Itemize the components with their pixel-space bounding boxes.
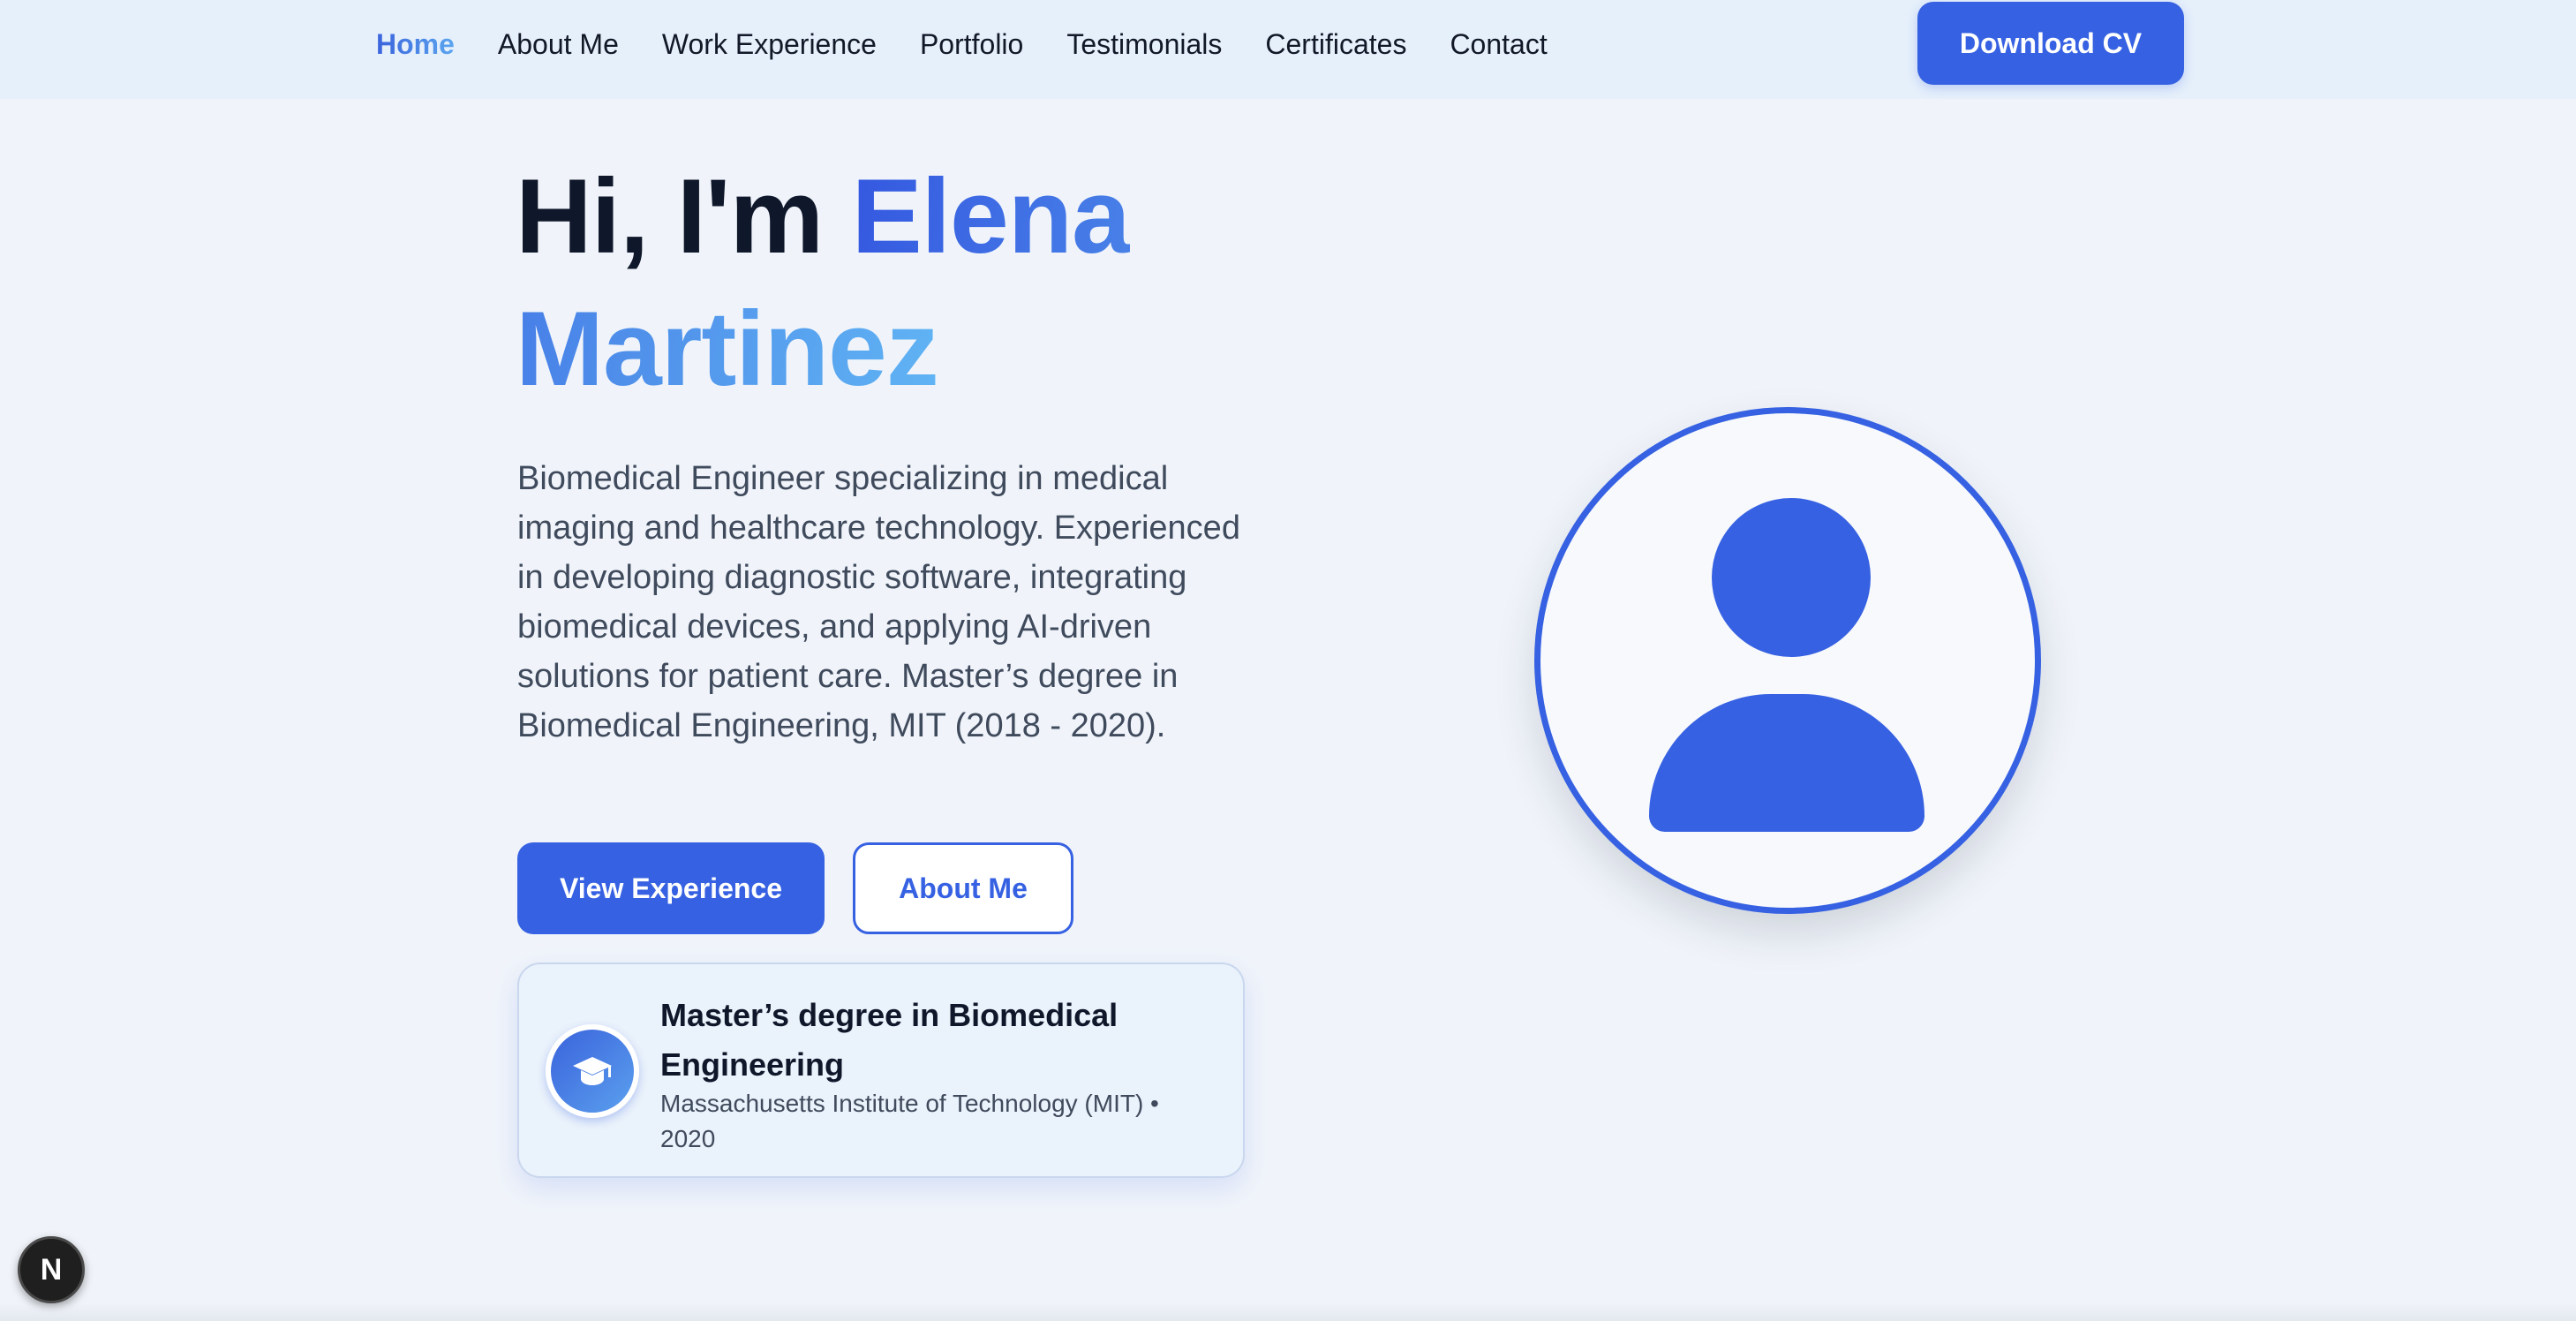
hero-bio: Biomedical Engineer specializing in medi… <box>517 460 1240 744</box>
view-experience-button[interactable]: View Experience <box>517 842 825 934</box>
nextjs-logo-icon[interactable]: N <box>18 1236 85 1303</box>
avatar-body-shape <box>1649 694 1924 832</box>
hero-title: Hi, I'm Elena Martinez <box>516 150 1310 415</box>
nav-link-contact[interactable]: Contact <box>1450 28 1547 61</box>
nav-link-portfolio[interactable]: Portfolio <box>920 28 1023 61</box>
nav-link-about-me[interactable]: About Me <box>498 28 619 61</box>
graduation-cap-icon <box>546 1024 639 1118</box>
bottom-edge-shade <box>0 1303 2576 1321</box>
nav-link-home[interactable]: Home <box>376 28 455 61</box>
about-me-button[interactable]: About Me <box>853 842 1073 934</box>
education-degree: Master’s degree in Biomedical Engineerin… <box>660 997 1119 1083</box>
dev-badge-label: N <box>40 1252 63 1287</box>
education-school: Massachusetts Institute of Technology (M… <box>660 1090 1159 1152</box>
nav-link-certificates[interactable]: Certificates <box>1265 28 1406 61</box>
hero-greeting: Hi, I'm <box>516 157 852 276</box>
download-cv-button[interactable]: Download CV <box>1917 2 2184 85</box>
navbar: Home About Me Work Experience Portfolio … <box>0 0 2576 99</box>
nav-link-testimonials[interactable]: Testimonials <box>1066 28 1222 61</box>
nav-link-work-experience[interactable]: Work Experience <box>662 28 877 61</box>
profile-avatar <box>1534 407 2041 914</box>
user-avatar-icon <box>1712 498 1871 657</box>
nav-links: Home About Me Work Experience Portfolio … <box>376 0 1591 88</box>
education-card: Master’s degree in Biomedical Engineerin… <box>517 962 1245 1178</box>
